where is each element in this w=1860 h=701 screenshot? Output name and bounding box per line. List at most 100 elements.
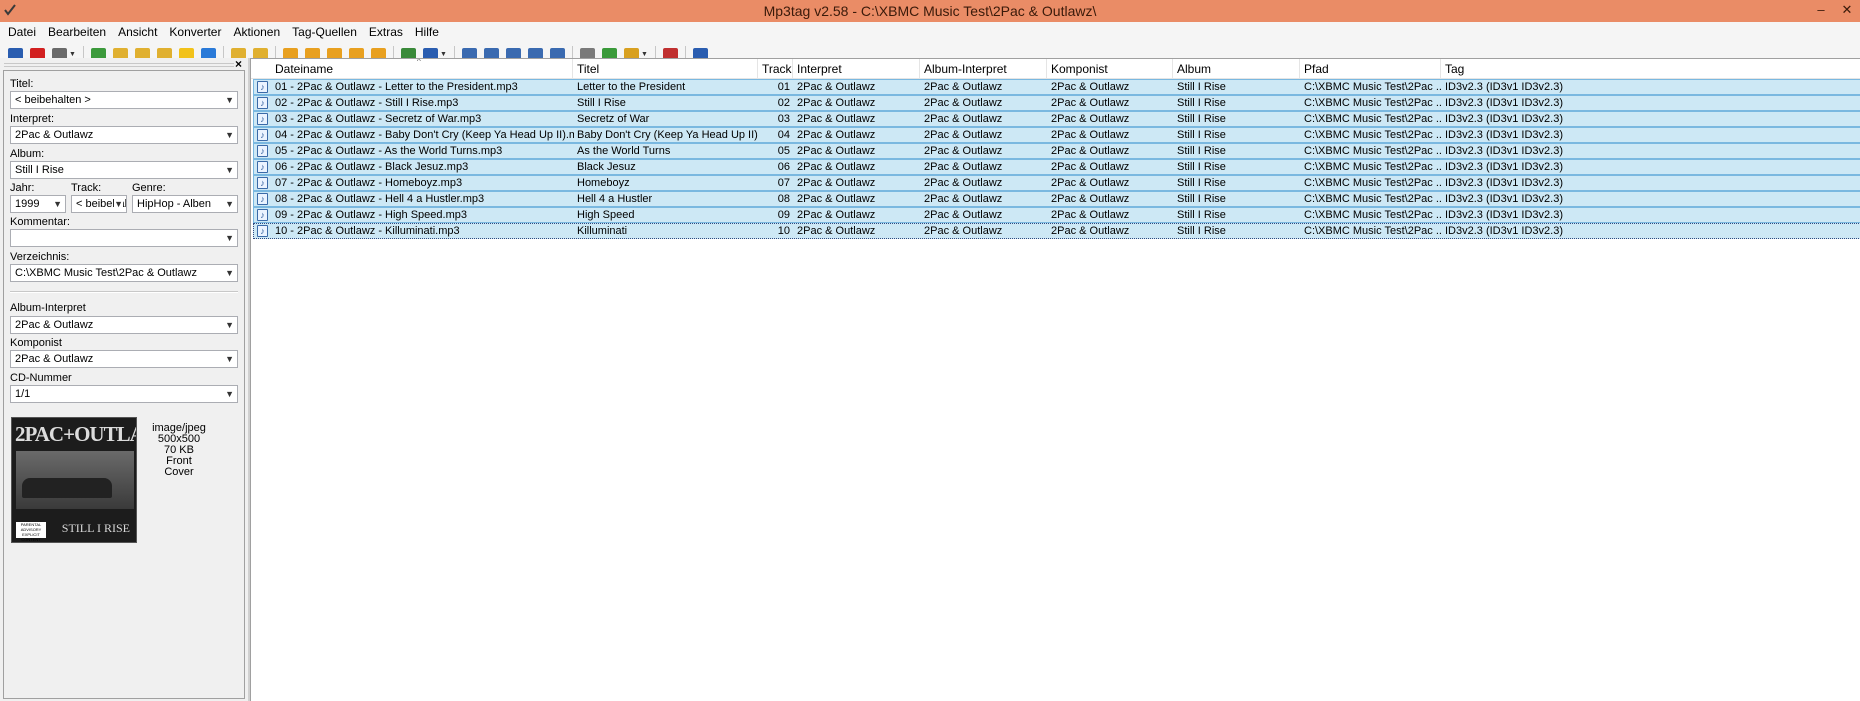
cell-komponist: 2Pac & Outlawz (1051, 209, 1130, 221)
cell-dateiname: 05 - 2Pac & Outlawz - As the World Turns… (275, 145, 503, 157)
jahr-field[interactable]: 1999 ▼ (10, 195, 66, 213)
cell-album-interpret: 2Pac & Outlawz (924, 161, 1003, 173)
table-row[interactable]: ♪ 08 - 2Pac & Outlawz - Hell 4 a Hustler.… (253, 191, 1860, 207)
cell-track: 09 (777, 209, 790, 221)
minimize-button[interactable]: – (1812, 0, 1830, 22)
chevron-down-icon[interactable]: ▼ (225, 265, 234, 281)
menu-bar: Datei Bearbeiten Ansicht Konverter Aktio… (0, 22, 1860, 42)
cell-titel: Baby Don't Cry (Keep Ya Head Up II) (577, 129, 758, 141)
kommentar-field[interactable]: ▼ (10, 229, 238, 247)
verzeichnis-value: C:\XBMC Music Test\2Pac & Outlawz (15, 267, 197, 279)
komponist-field[interactable]: 2Pac & Outlawz ▼ (10, 350, 238, 368)
column-header-titel[interactable]: Titel (573, 59, 758, 79)
menu-aktionen[interactable]: Aktionen (227, 23, 286, 41)
close-panel-icon[interactable]: × (235, 57, 242, 71)
cell-album-interpret: 2Pac & Outlawz (924, 193, 1003, 205)
cell-dateiname: 01 - 2Pac & Outlawz - Letter to the Pres… (275, 81, 518, 93)
dropdown-arrow-icon[interactable]: ▼ (440, 51, 448, 58)
cell-pfad: C:\XBMC Music Test\2Pac ... (1304, 193, 1442, 205)
chevron-down-icon[interactable]: ▼ (225, 230, 234, 246)
column-header-album-interpret[interactable]: Album-Interpret (920, 59, 1047, 79)
cell-tag: ID3v2.3 (ID3v1 ID3v2.3) (1445, 81, 1563, 93)
chevron-down-icon[interactable]: ▼ (225, 317, 234, 333)
cell-komponist: 2Pac & Outlawz (1051, 129, 1130, 141)
cell-tag: ID3v2.3 (ID3v1 ID3v2.3) (1445, 193, 1563, 205)
kommentar-label: Kommentar: (10, 216, 70, 228)
table-row[interactable]: ♪ 09 - 2Pac & Outlawz - High Speed.mp3 Hig… (253, 207, 1860, 223)
cell-track: 01 (777, 81, 790, 93)
menu-bearbeiten[interactable]: Bearbeiten (42, 23, 112, 41)
cell-album-interpret: 2Pac & Outlawz (924, 209, 1003, 221)
column-header-komponist[interactable]: Komponist (1047, 59, 1173, 79)
titel-field[interactable]: < beibehalten > ▼ (10, 91, 238, 109)
cell-pfad: C:\XBMC Music Test\2Pac ... (1304, 145, 1442, 157)
cell-komponist: 2Pac & Outlawz (1051, 113, 1130, 125)
menu-hilfe[interactable]: Hilfe (409, 23, 445, 41)
interpret-field[interactable]: 2Pac & Outlawz ▼ (10, 126, 238, 144)
chevron-down-icon[interactable]: ▼ (225, 386, 234, 402)
cell-track: 05 (777, 145, 790, 157)
cell-album: Still I Rise (1177, 113, 1226, 125)
cell-titel: As the World Turns (577, 145, 671, 157)
chevron-down-icon[interactable]: ▼ (225, 127, 234, 143)
table-row[interactable]: ♪ 05 - 2Pac & Outlawz - As the World Turn… (253, 143, 1860, 159)
cell-dateiname: 09 - 2Pac & Outlawz - High Speed.mp3 (275, 209, 467, 221)
file-list[interactable]: ^ Dateiname Titel Track Interpret Album-Inte… (250, 58, 1860, 701)
cover-art-car (22, 478, 112, 498)
cell-album: Still I Rise (1177, 81, 1226, 93)
column-header-interpret[interactable]: Interpret (793, 59, 920, 79)
menu-extras[interactable]: Extras (363, 23, 409, 41)
cell-interpret: 2Pac & Outlawz (797, 113, 876, 125)
close-window-button[interactable]: ✕ (1838, 0, 1856, 22)
dropdown-arrow-icon[interactable]: ▼ (69, 51, 77, 58)
cell-interpret: 2Pac & Outlawz (797, 161, 876, 173)
tag-panel-body: Titel: < beibehalten > ▼ Interpret: 2Pac… (3, 70, 245, 699)
track-field[interactable]: < beibehalten > ▼ (71, 195, 127, 213)
cover-info: image/jpeg 500x500 70 KB Front Cover (150, 423, 208, 478)
table-row[interactable]: ♪ 01 - 2Pac & Outlawz - Letter to the Pre… (253, 79, 1860, 95)
column-header-track[interactable]: Track (758, 59, 793, 79)
album-interpret-field[interactable]: 2Pac & Outlawz ▼ (10, 316, 238, 334)
verzeichnis-field[interactable]: C:\XBMC Music Test\2Pac & Outlawz ▼ (10, 264, 238, 282)
table-row[interactable]: ♪ 10 - 2Pac & Outlawz - Killuminati.mp3 Ki… (253, 223, 1860, 239)
genre-field[interactable]: HipHop - Alben ▼ (132, 195, 238, 213)
chevron-down-icon[interactable]: ▼ (53, 196, 62, 212)
chevron-down-icon[interactable]: ▼ (225, 351, 234, 367)
verzeichnis-label: Verzeichnis: (10, 251, 70, 263)
chevron-down-icon[interactable]: ▼ (114, 196, 123, 212)
chevron-down-icon[interactable]: ▼ (225, 92, 234, 108)
menu-ansicht[interactable]: Ansicht (112, 23, 163, 41)
cell-album-interpret: 2Pac & Outlawz (924, 129, 1003, 141)
menu-konverter[interactable]: Konverter (163, 23, 227, 41)
table-row[interactable]: ♪ 07 - 2Pac & Outlawz - Homeboyz.mp3 Homeb… (253, 175, 1860, 191)
cover-art-subtitle: STILL I RISE (61, 521, 130, 535)
column-header-tag[interactable]: Tag (1441, 59, 1860, 79)
cell-tag: ID3v2.3 (ID3v1 ID3v2.3) (1445, 161, 1563, 173)
table-row[interactable]: ♪ 06 - 2Pac & Outlawz - Black Jesuz.mp3 Bl… (253, 159, 1860, 175)
menu-tag-quellen[interactable]: Tag-Quellen (286, 23, 363, 41)
audio-file-icon: ♪ (257, 161, 268, 173)
audio-file-icon: ♪ (257, 177, 268, 189)
komponist-value: 2Pac & Outlawz (15, 353, 94, 365)
column-header-album[interactable]: Album (1173, 59, 1300, 79)
chevron-down-icon[interactable]: ▼ (225, 162, 234, 178)
audio-file-icon: ♪ (257, 209, 268, 221)
cell-titel: Hell 4 a Hustler (577, 193, 653, 205)
cover-art[interactable]: 2PAC+OUTLAWZ PARENTAL ADVISORY EXPLICIT … (11, 417, 137, 543)
dropdown-arrow-icon[interactable]: ▼ (641, 51, 649, 58)
cd-nummer-field[interactable]: 1/1 ▼ (10, 385, 238, 403)
album-field[interactable]: Still I Rise ▼ (10, 161, 238, 179)
table-row[interactable]: ♪ 02 - 2Pac & Outlawz - Still I Rise.mp3 S… (253, 95, 1860, 111)
chevron-down-icon[interactable]: ▼ (225, 196, 234, 212)
cell-komponist: 2Pac & Outlawz (1051, 225, 1130, 237)
interpret-value: 2Pac & Outlawz (15, 129, 94, 141)
audio-file-icon: ♪ (257, 225, 268, 237)
column-header-pfad[interactable]: Pfad (1300, 59, 1441, 79)
cell-komponist: 2Pac & Outlawz (1051, 161, 1130, 173)
table-row[interactable]: ♪ 03 - 2Pac & Outlawz - Secretz of War.mp… (253, 111, 1860, 127)
panel-grip[interactable] (4, 63, 234, 67)
table-row[interactable]: ♪ 04 - 2Pac & Outlawz - Baby Don't Cry (K… (253, 127, 1860, 143)
menu-datei[interactable]: Datei (2, 23, 42, 41)
column-header-dateiname[interactable]: Dateiname (271, 59, 573, 79)
komponist-label: Komponist (10, 337, 62, 349)
